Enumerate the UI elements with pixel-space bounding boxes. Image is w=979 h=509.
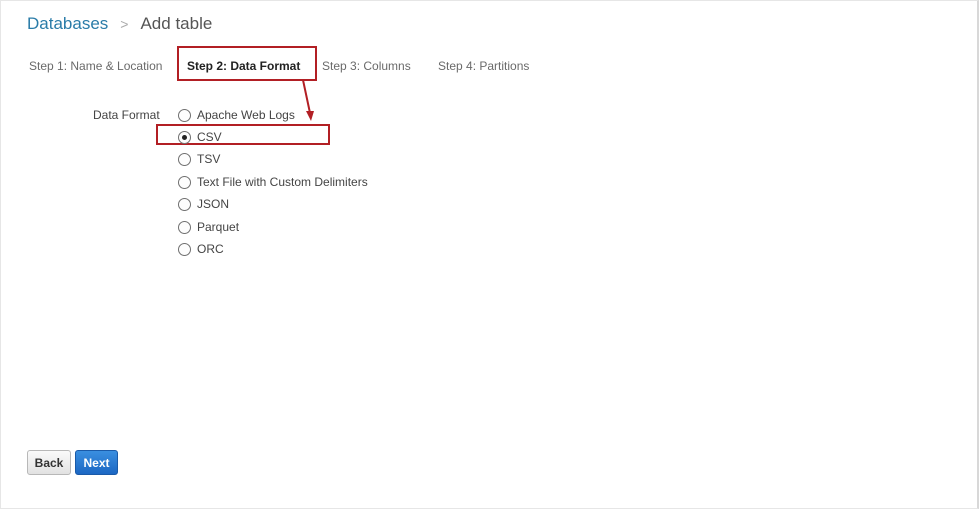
radio-json[interactable]: JSON — [178, 196, 229, 212]
data-format-label: Data Format — [93, 108, 160, 122]
radio-label: ORC — [197, 242, 224, 256]
radio-button[interactable] — [178, 242, 191, 256]
radio-button[interactable] — [178, 175, 191, 189]
radio-label: Text File with Custom Delimiters — [197, 175, 368, 189]
next-button[interactable]: Next — [75, 450, 118, 475]
radio-label: Apache Web Logs — [197, 108, 295, 122]
radio-button[interactable] — [178, 108, 191, 122]
radio-orc[interactable]: ORC — [178, 241, 224, 257]
radio-label: JSON — [197, 197, 230, 211]
radio-tsv[interactable]: TSV — [178, 151, 220, 167]
radio-label: CSV — [197, 130, 222, 144]
back-button[interactable]: Back — [27, 450, 71, 475]
radio-button[interactable] — [178, 197, 191, 211]
annotation-arrow — [302, 79, 314, 121]
radio-label: TSV — [197, 152, 221, 166]
radio-custom-delimiters[interactable]: Text File with Custom Delimiters — [178, 174, 368, 190]
radio-button-checked[interactable] — [178, 130, 191, 144]
radio-button[interactable] — [178, 152, 191, 166]
radio-parquet[interactable]: Parquet — [178, 219, 239, 235]
radio-apache-web-logs[interactable]: Apache Web Logs — [178, 107, 295, 123]
radio-label: Parquet — [197, 220, 240, 234]
radio-csv[interactable]: CSV — [178, 129, 222, 145]
radio-button[interactable] — [178, 220, 191, 234]
